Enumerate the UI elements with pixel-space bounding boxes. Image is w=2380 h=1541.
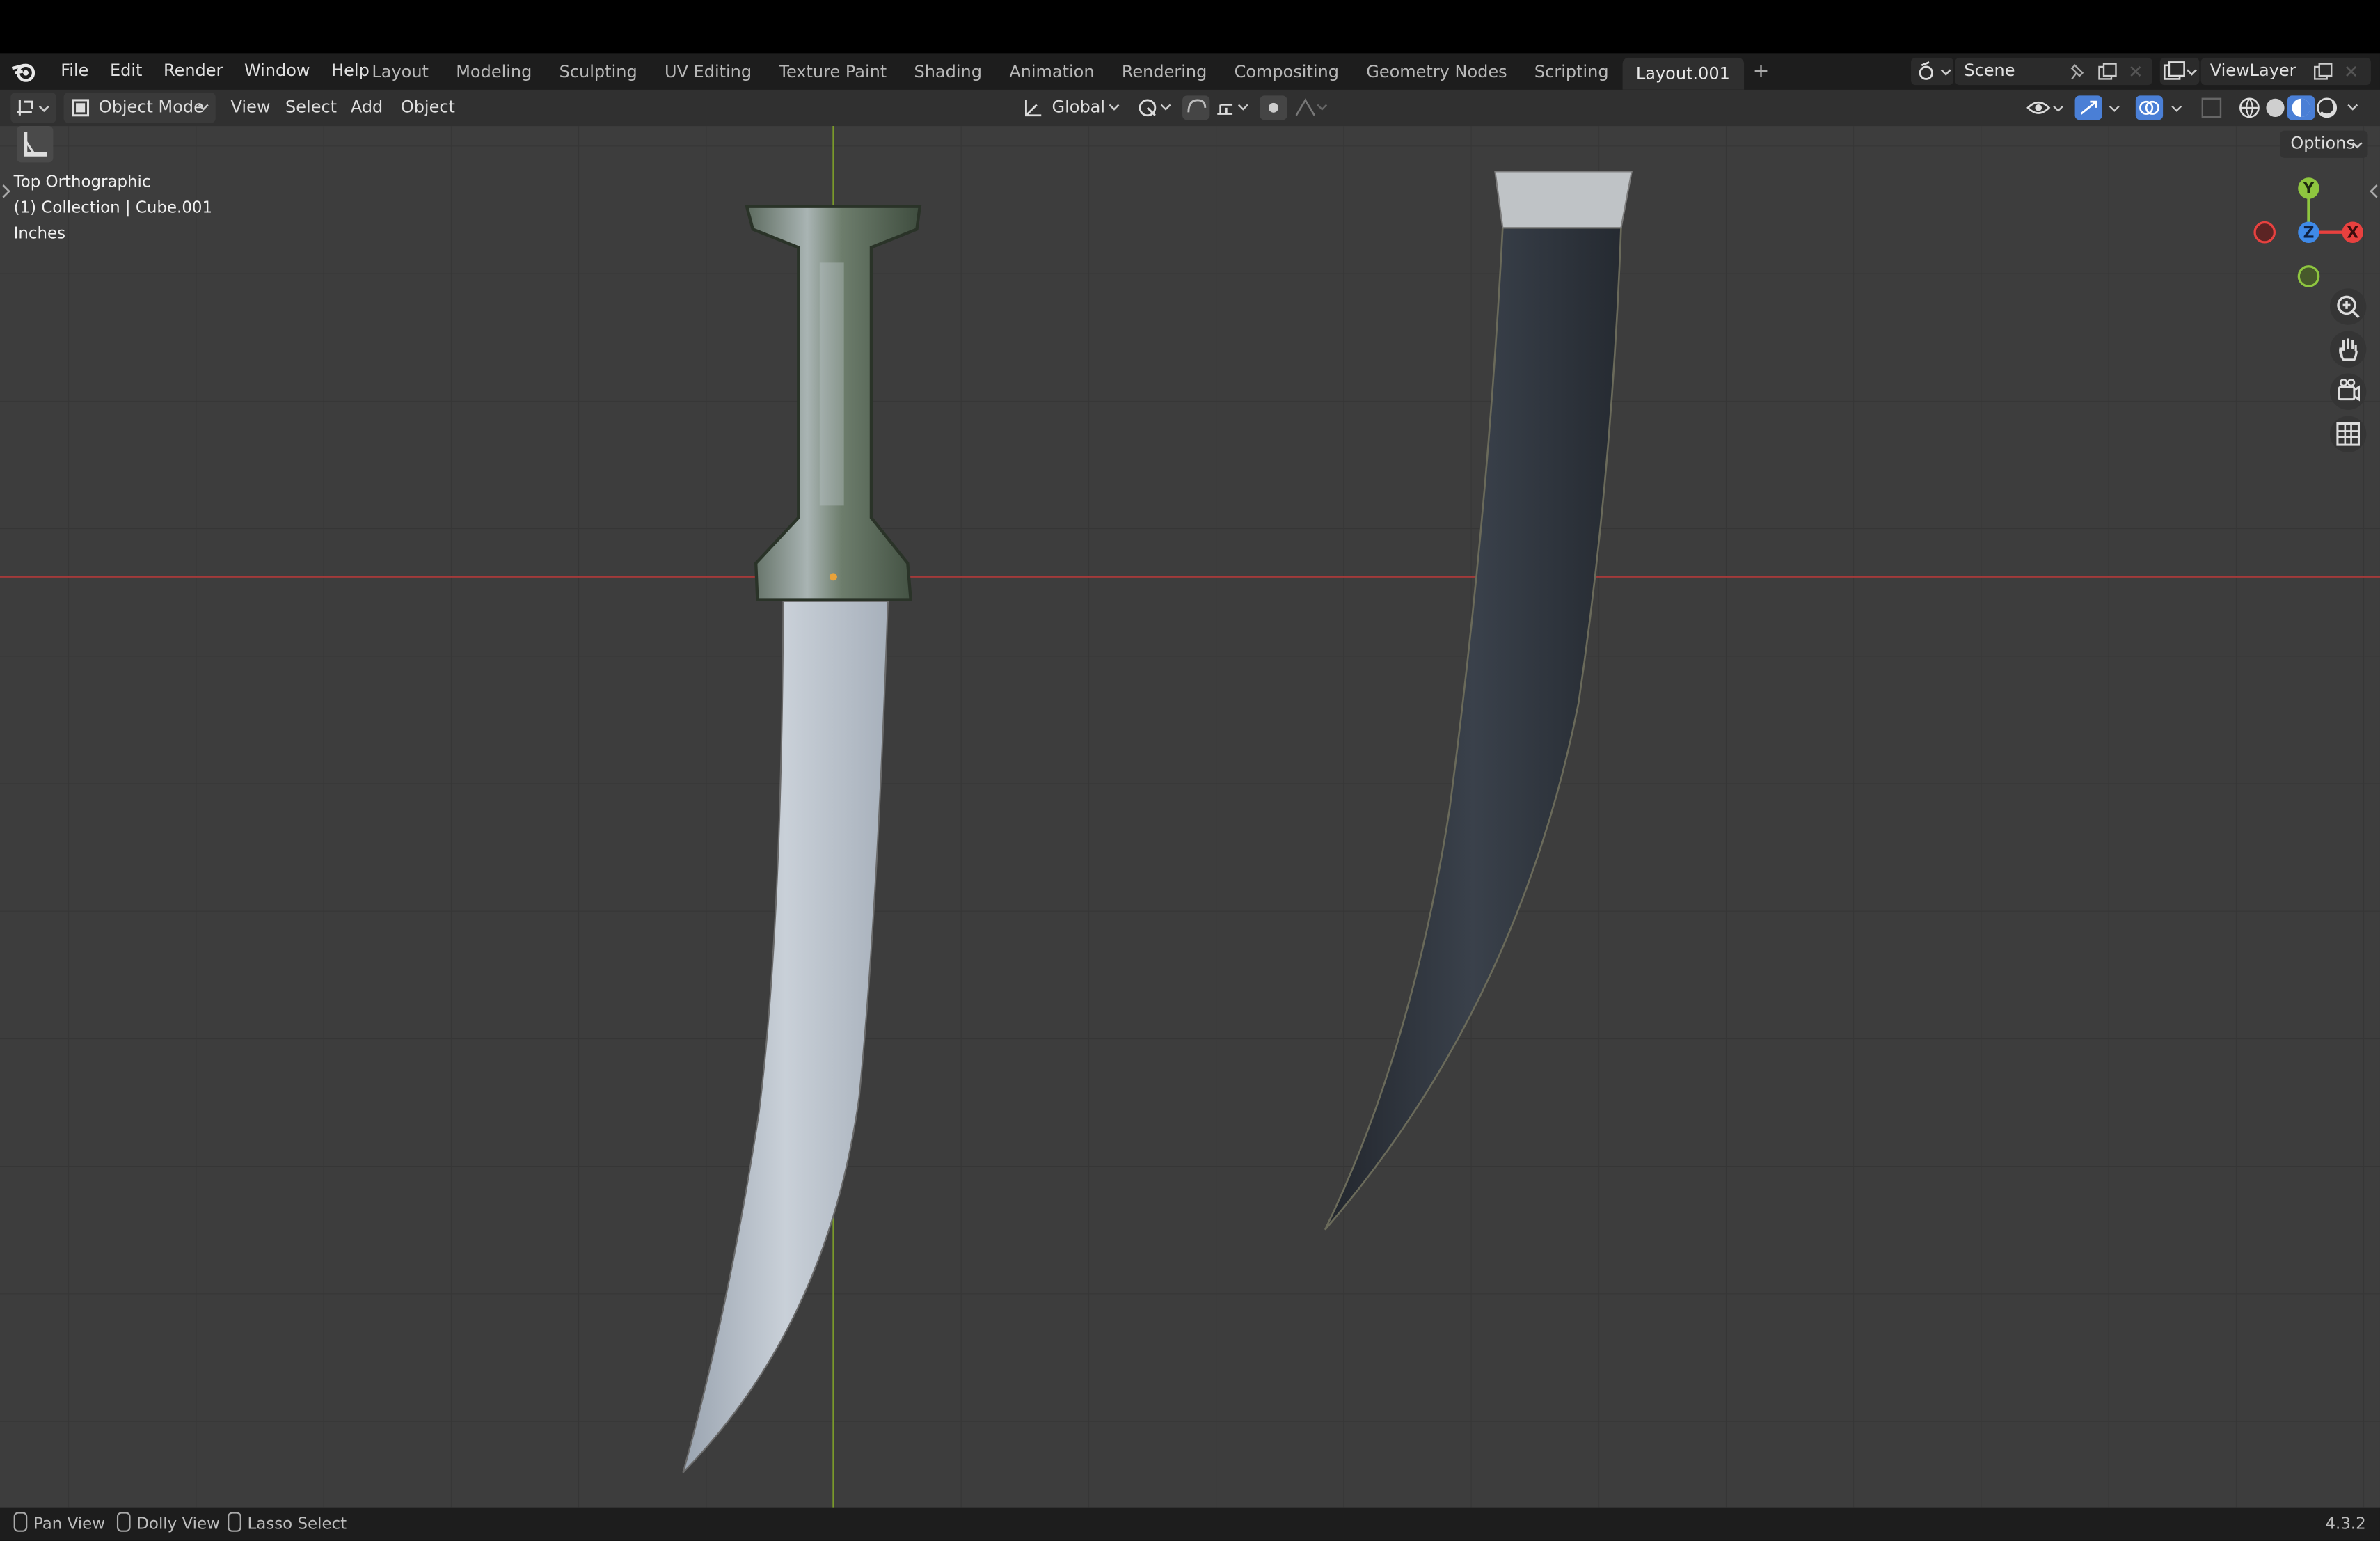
- tab-texture-paint[interactable]: Texture Paint: [765, 53, 901, 89]
- status-dolly-label: Dolly View: [136, 1515, 220, 1533]
- menu-render[interactable]: Render: [153, 53, 234, 89]
- pan-button[interactable]: [2330, 331, 2367, 368]
- sidebar-toggle-icon[interactable]: [2368, 182, 2380, 200]
- tab-modeling[interactable]: Modeling: [443, 53, 546, 89]
- scene-actions-icons[interactable]: [2068, 62, 2146, 81]
- view-layer-icon: [2163, 61, 2198, 80]
- object-origin: [829, 573, 837, 581]
- view-layer-type-dropdown[interactable]: [2159, 57, 2200, 86]
- blender-window: File Edit Render Window Help Layout Mode…: [0, 0, 2380, 1541]
- editor-type-dropdown[interactable]: [10, 93, 56, 123]
- tab-uv-editing[interactable]: UV Editing: [651, 53, 765, 89]
- hand-icon: [2339, 338, 2358, 361]
- tab-animation[interactable]: Animation: [996, 53, 1109, 89]
- chevron-down-icon: [1109, 104, 1120, 111]
- camera-icon: [2338, 378, 2360, 402]
- units-label: Inches: [13, 224, 66, 243]
- options-dropdown[interactable]: Options: [2280, 130, 2368, 158]
- mode-dropdown[interactable]: Object Mode: [63, 93, 216, 123]
- view-layer-name[interactable]: ViewLayer: [2210, 58, 2296, 85]
- viewport-header: Object Mode View Select Add Object Globa…: [0, 89, 2380, 127]
- view-layer-actions-icons[interactable]: [2310, 61, 2371, 82]
- tab-layout-001[interactable]: Layout.001: [1622, 57, 1744, 90]
- sheath-cap[interactable]: [1494, 171, 1633, 229]
- status-bar: Pan View Dolly View Lasso Select 4.3.2: [0, 1507, 2380, 1541]
- tab-rendering[interactable]: Rendering: [1108, 53, 1221, 89]
- navigation-gizmo[interactable]: Y Z X: [2249, 171, 2370, 292]
- gizmo-y-label: Y: [2303, 180, 2315, 198]
- mouse-icon: [116, 1512, 131, 1532]
- chevron-down-icon: [2351, 142, 2363, 149]
- viewport-display-icons[interactable]: [2023, 93, 2372, 123]
- gizmo-x-label: X: [2347, 224, 2358, 242]
- screen-top-margin: [0, 0, 2380, 54]
- measure-tool-icon: [24, 132, 47, 157]
- tab-sculpting[interactable]: Sculpting: [546, 53, 651, 89]
- zoom-icon: [2337, 295, 2360, 319]
- menu-window[interactable]: Window: [234, 53, 321, 89]
- status-lasso-select: Lasso Select: [228, 1508, 347, 1541]
- blender-logo-icon[interactable]: [10, 59, 38, 84]
- mode-label: Object Mode: [98, 97, 204, 117]
- tab-layout[interactable]: Layout: [358, 53, 443, 89]
- main-menu: File Edit Render Window Help: [50, 53, 380, 89]
- pivot-snap-proportional-icons[interactable]: [1132, 93, 1330, 123]
- status-pan-label: Pan View: [33, 1515, 105, 1533]
- hilt-highlight: [819, 262, 844, 506]
- gizmo-neg-x-axis[interactable]: [2253, 221, 2276, 244]
- view-name: Top Orthographic: [13, 173, 151, 191]
- menu-add[interactable]: Add: [351, 93, 383, 123]
- zoom-button[interactable]: [2330, 288, 2367, 325]
- tab-compositing[interactable]: Compositing: [1221, 53, 1353, 89]
- grid-icon: [2336, 422, 2360, 446]
- add-workspace-button[interactable]: +: [1743, 53, 1778, 89]
- scene-icon: [1919, 61, 1951, 80]
- ortho-toggle-button[interactable]: [2330, 416, 2367, 452]
- status-dolly-view: Dolly View: [116, 1508, 220, 1541]
- gizmo-z-label: Z: [2303, 224, 2315, 242]
- 3d-viewport[interactable]: Top Orthographic (1) Collection | Cube.0…: [0, 126, 2380, 1508]
- editor-type-icon: [16, 100, 49, 116]
- menu-object[interactable]: Object: [401, 93, 455, 123]
- measure-tool-button[interactable]: [16, 126, 54, 163]
- tab-geometry-nodes[interactable]: Geometry Nodes: [1353, 53, 1521, 89]
- transform-orientation-dropdown[interactable]: Global: [1017, 93, 1123, 123]
- scene-name[interactable]: Scene: [1964, 58, 2015, 85]
- options-label: Options: [2290, 133, 2355, 154]
- version-label: 4.3.2: [2325, 1515, 2366, 1533]
- toolbar-toggle-icon[interactable]: [0, 182, 12, 200]
- tab-scripting[interactable]: Scripting: [1521, 53, 1622, 89]
- viewport-grid: [0, 126, 2380, 1508]
- mouse-icon: [13, 1512, 28, 1532]
- orientation-label: Global: [1052, 97, 1106, 117]
- camera-view-button[interactable]: [2330, 373, 2367, 410]
- top-bar: File Edit Render Window Help Layout Mode…: [0, 53, 2380, 90]
- chevron-down-icon: [198, 104, 209, 111]
- scene-type-dropdown[interactable]: [1911, 57, 1954, 86]
- gizmo-neg-y-axis[interactable]: [2297, 265, 2320, 287]
- object-mode-icon: [72, 99, 90, 117]
- menu-select[interactable]: Select: [285, 93, 337, 123]
- workspace-tabs: Layout Modeling Sculpting UV Editing Tex…: [358, 53, 1779, 90]
- orientation-icon: [1025, 100, 1042, 117]
- status-pan-view: Pan View: [13, 1508, 105, 1541]
- status-lasso-label: Lasso Select: [247, 1515, 347, 1533]
- menu-view[interactable]: View: [231, 93, 271, 123]
- menu-file[interactable]: File: [50, 53, 100, 89]
- collection-label: (1) Collection | Cube.001: [13, 198, 213, 217]
- mouse-icon: [228, 1512, 241, 1532]
- tab-shading[interactable]: Shading: [901, 53, 996, 89]
- menu-edit[interactable]: Edit: [100, 53, 153, 89]
